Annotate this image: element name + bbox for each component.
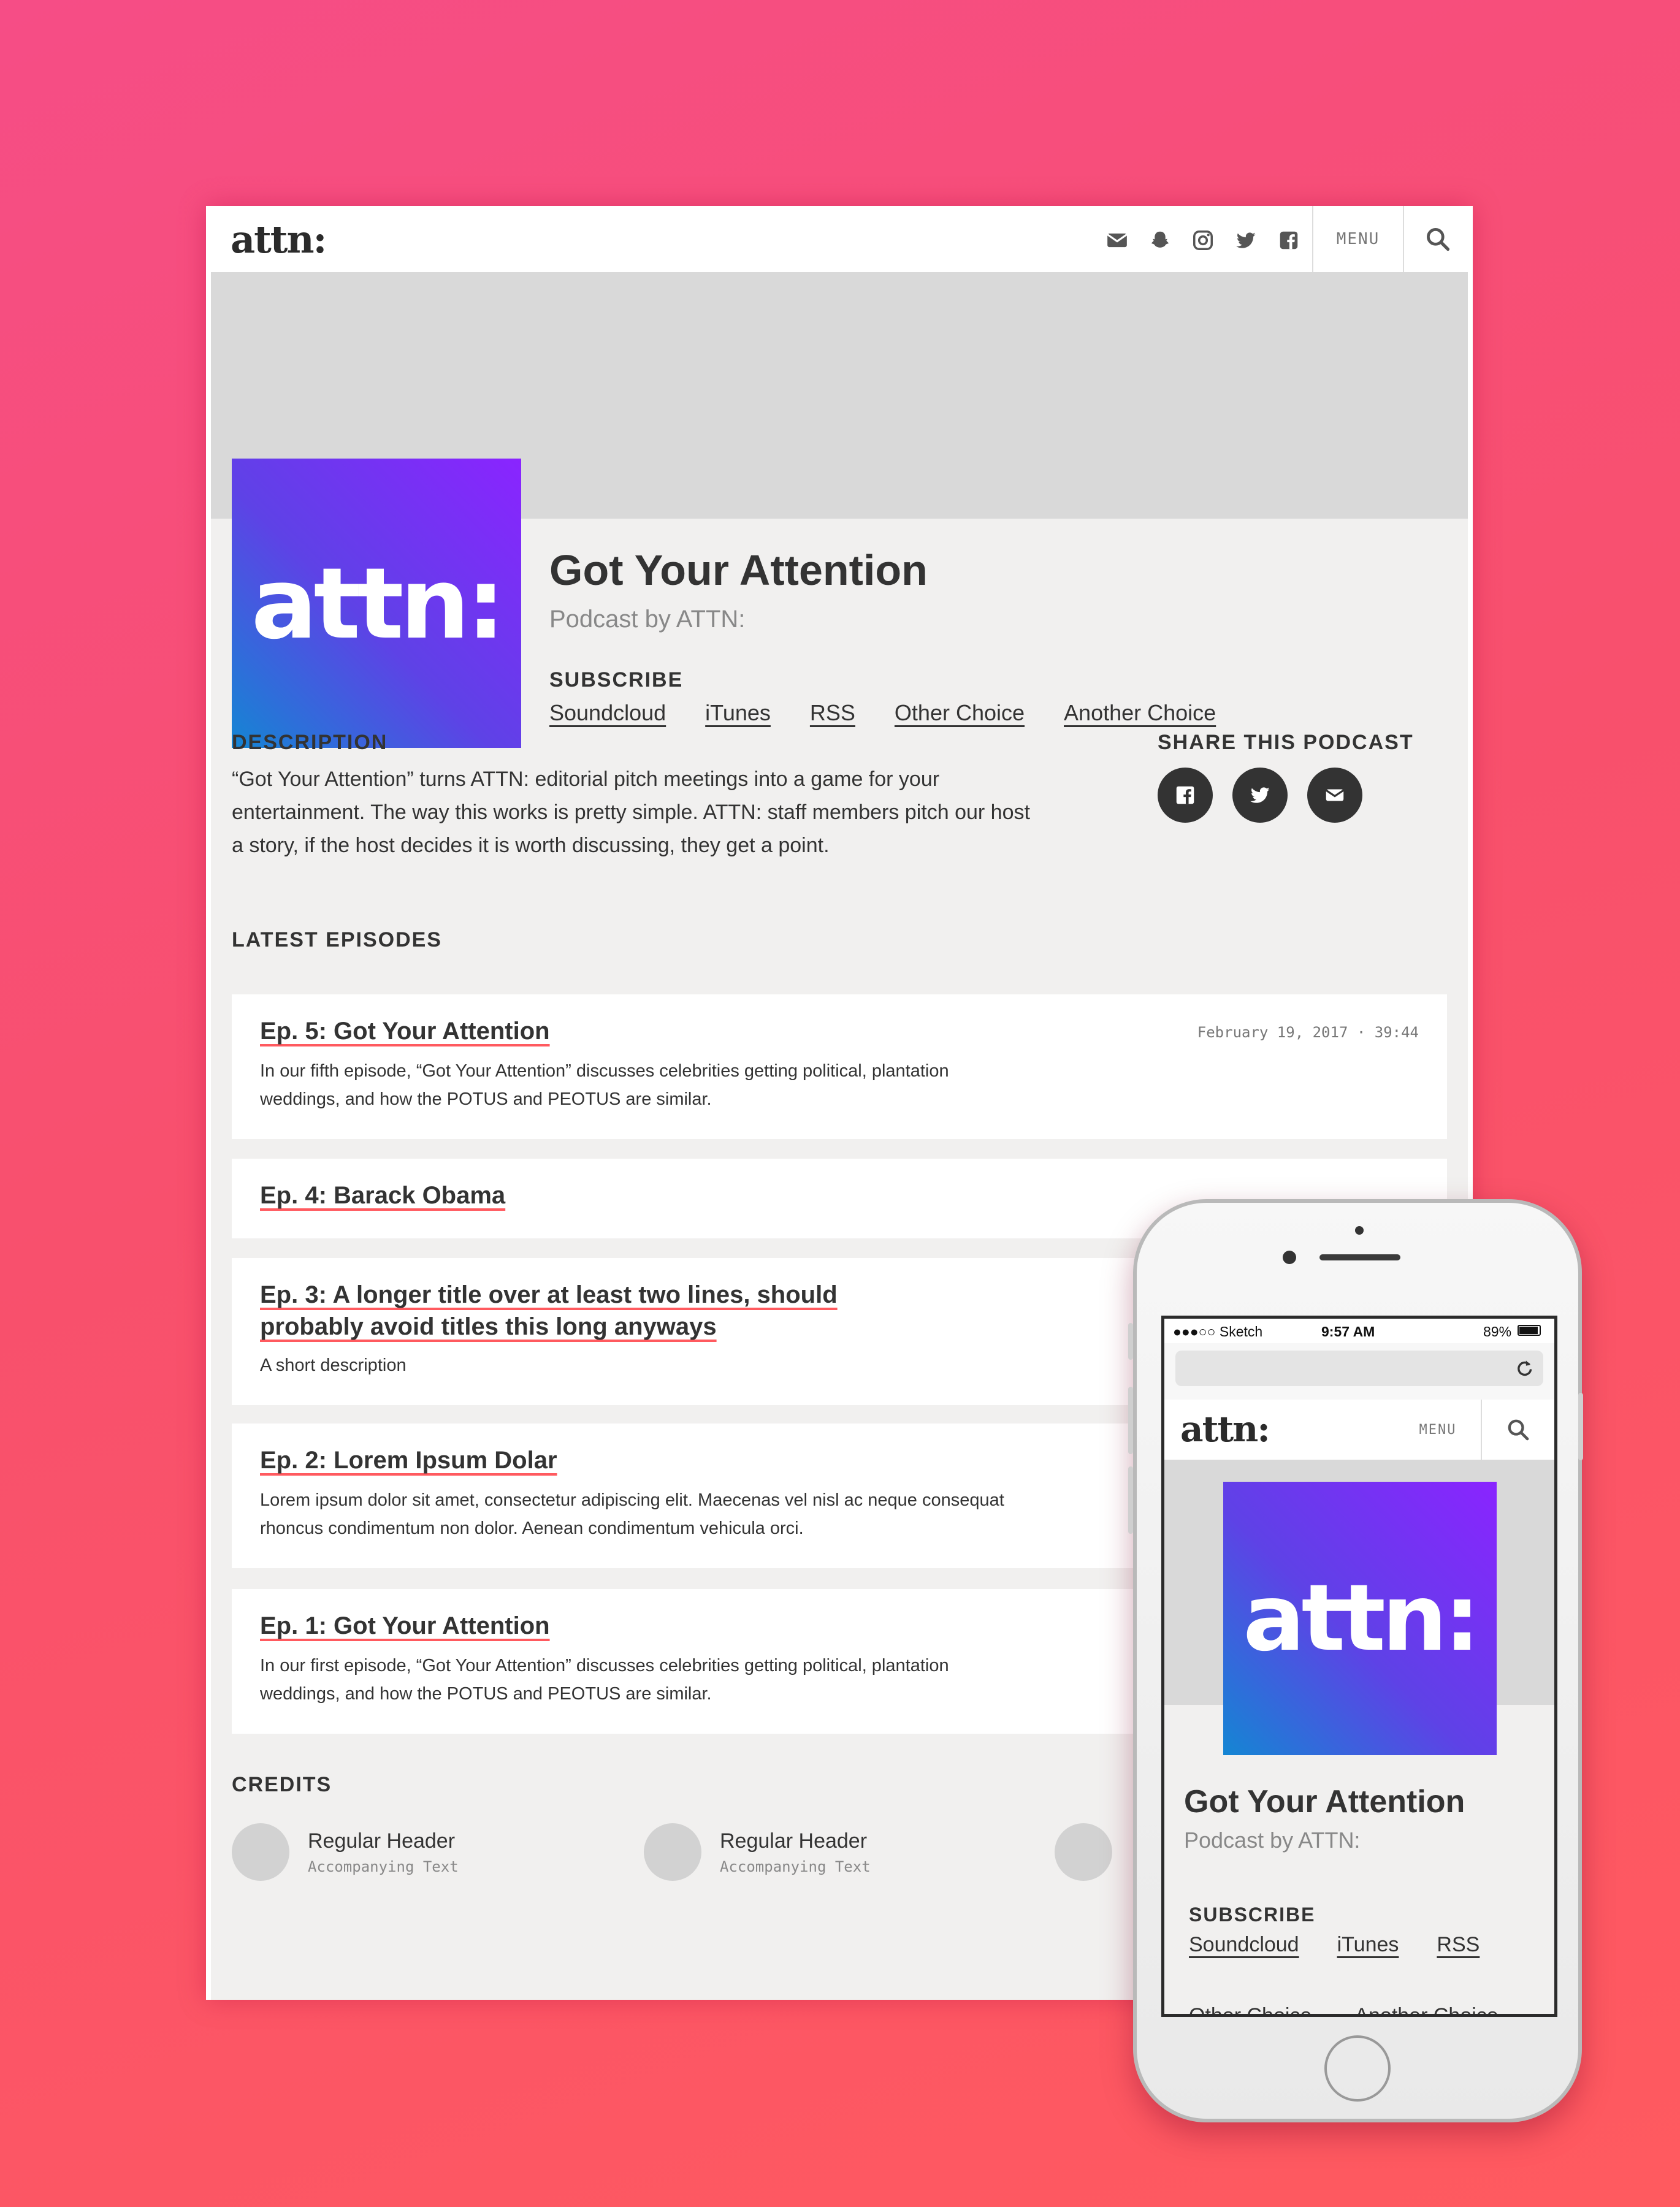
email-icon[interactable] [1104, 228, 1131, 253]
search-icon [1508, 1419, 1529, 1441]
snapchat-icon[interactable] [1147, 228, 1174, 253]
episode-title[interactable]: Ep. 5: Got Your Attention [260, 1015, 898, 1047]
podcast-title: Got Your Attention [549, 546, 928, 594]
phone-speaker [1319, 1254, 1400, 1260]
mobile-logo[interactable]: attn: [1180, 1408, 1270, 1450]
episode-title[interactable]: Ep. 4: Barack Obama [260, 1180, 898, 1211]
mobile-subscribe-link-rss[interactable]: RSS [1437, 1933, 1480, 1957]
mobile-menu-button[interactable]: MENU [1395, 1400, 1482, 1460]
subscribe-link-itunes[interactable]: iTunes [705, 700, 771, 726]
mobile-subscribe-link-another[interactable]: Another Choice [1354, 2004, 1498, 2014]
avatar [644, 1823, 701, 1881]
mobile-nav: attn: MENU [1164, 1400, 1554, 1461]
phone-volume-down [1128, 1466, 1133, 1534]
episode-title[interactable]: Ep. 1: Got Your Attention [260, 1610, 898, 1642]
menu-button[interactable]: MENU [1312, 206, 1404, 272]
status-time: 9:57 AM [1321, 1324, 1375, 1340]
phone-sensor [1355, 1226, 1364, 1235]
carrier-label: ●●●○○ Sketch [1173, 1324, 1263, 1340]
share-twitter-button[interactable] [1232, 768, 1288, 823]
episode-card[interactable]: Ep. 5: Got Your Attention February 19, 2… [232, 994, 1447, 1139]
address-bar[interactable] [1175, 1351, 1543, 1386]
mobile-podcast-title: Got Your Attention [1184, 1784, 1465, 1820]
episode-meta: February 19, 2017 · 39:44 [1197, 1024, 1419, 1041]
mobile-subscribe-link-other[interactable]: Other Choice [1189, 2004, 1312, 2014]
credit-subtext: Accompanying Text [308, 1858, 459, 1875]
twitter-icon [1250, 787, 1270, 803]
status-bar: ●●●○○ Sketch 9:57 AM 89% [1164, 1319, 1554, 1343]
phone-mute-switch [1128, 1323, 1133, 1360]
episode-description: Lorem ipsum dolor sit amet, consectetur … [260, 1490, 1004, 1538]
subscribe-heading: SUBSCRIBE [549, 668, 684, 692]
episode-description: In our fifth episode, “Got Your Attentio… [260, 1061, 949, 1109]
credits-heading: CREDITS [232, 1773, 332, 1796]
episode-description: In our first episode, “Got Your Attentio… [260, 1656, 949, 1704]
instagram-icon[interactable] [1189, 228, 1216, 253]
reload-icon[interactable] [1514, 1358, 1535, 1379]
mobile-podcast-subtitle: Podcast by ATTN: [1184, 1828, 1361, 1853]
subscribe-link-other[interactable]: Other Choice [895, 700, 1025, 726]
share-heading: SHARE THIS PODCAST [1158, 731, 1414, 754]
credit-name: Regular Header [308, 1829, 456, 1853]
mobile-subscribe-link-itunes[interactable]: iTunes [1337, 1933, 1399, 1957]
battery-icon [1518, 1325, 1541, 1336]
latest-episodes-heading: LATEST EPISODES [232, 928, 442, 951]
mobile-subscribe-link-soundcloud[interactable]: Soundcloud [1189, 1933, 1299, 1957]
description-text: “Got Your Attention” turns ATTN: editori… [232, 768, 1030, 857]
facebook-icon[interactable] [1275, 228, 1302, 253]
home-button[interactable] [1324, 2035, 1391, 2102]
phone-screen: ●●●○○ Sketch 9:57 AM 89% attn: MENU attn… [1161, 1316, 1557, 2017]
mobile-search-button[interactable] [1482, 1400, 1554, 1460]
search-icon [1427, 228, 1450, 251]
mobile-podcast-artwork: attn: [1223, 1482, 1497, 1755]
phone-volume-up [1128, 1387, 1133, 1454]
episode-title[interactable]: Ep. 3: A longer title over at least two … [260, 1279, 898, 1343]
subscribe-link-another[interactable]: Another Choice [1064, 700, 1216, 726]
share-email-button[interactable] [1307, 768, 1362, 823]
avatar [1055, 1823, 1112, 1881]
search-button[interactable] [1403, 206, 1473, 272]
site-logo[interactable]: attn: [231, 217, 327, 262]
podcast-subtitle: Podcast by ATTN: [549, 606, 746, 633]
phone-mockup: ●●●○○ Sketch 9:57 AM 89% attn: MENU attn… [1128, 1199, 1583, 2122]
phone-camera [1283, 1251, 1296, 1264]
social-links [1104, 228, 1302, 253]
credit-item [1055, 1823, 1112, 1881]
mobile-subscribe-links: Soundcloud iTunes RSS [1189, 1933, 1480, 1957]
mobile-subscribe-heading: SUBSCRIBE [1189, 1904, 1316, 1926]
battery-percent: 89% [1483, 1324, 1512, 1340]
subscribe-links: Soundcloud iTunes RSS Other Choice Anoth… [549, 700, 1216, 726]
credit-subtext: Accompanying Text [720, 1858, 871, 1875]
avatar [232, 1823, 289, 1881]
credit-item: Regular Header Accompanying Text [644, 1823, 871, 1881]
twitter-icon[interactable] [1232, 228, 1259, 253]
email-icon [1325, 789, 1345, 801]
phone-power-button [1578, 1393, 1583, 1460]
share-facebook-button[interactable] [1158, 768, 1213, 823]
episode-description: A short description [260, 1355, 407, 1375]
credit-name: Regular Header [720, 1829, 868, 1853]
subscribe-link-soundcloud[interactable]: Soundcloud [549, 700, 666, 726]
episode-title[interactable]: Ep. 2: Lorem Ipsum Dolar [260, 1444, 898, 1476]
mobile-subscribe-links-cut: Other Choice Another Choice [1189, 2004, 1499, 2014]
top-nav: attn: MENU [206, 206, 1473, 272]
subscribe-link-rss[interactable]: RSS [810, 700, 855, 726]
podcast-artwork: attn: [232, 459, 521, 748]
browser-chrome [1164, 1343, 1554, 1401]
description-heading: DESCRIPTION [232, 731, 388, 754]
facebook-icon [1176, 786, 1194, 804]
share-buttons [1158, 768, 1362, 823]
credit-item: Regular Header Accompanying Text [232, 1823, 459, 1881]
